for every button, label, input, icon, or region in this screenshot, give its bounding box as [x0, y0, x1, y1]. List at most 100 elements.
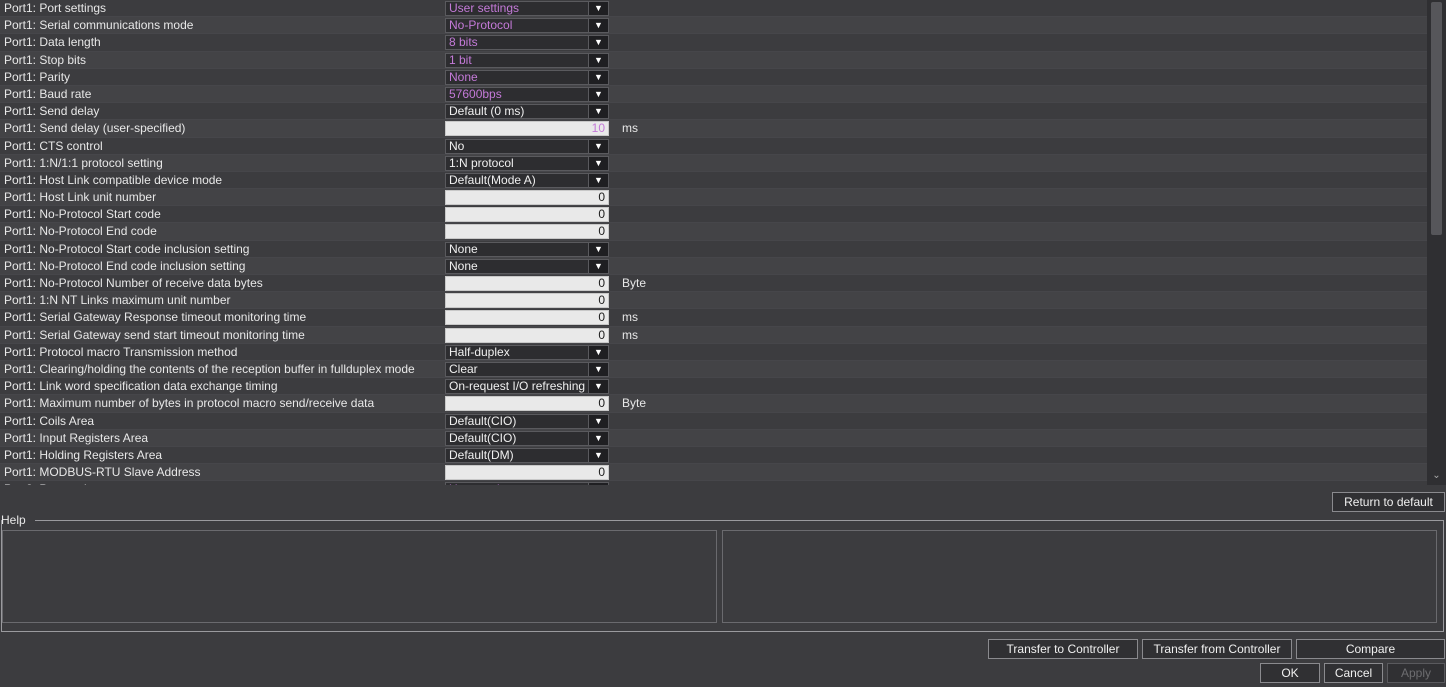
dropdown-arrow-icon[interactable]: ▼: [588, 362, 608, 376]
dropdown-arrow-icon[interactable]: ▼: [588, 53, 608, 67]
settings-row: Port1: Host Link compatible device mode D…: [0, 172, 1427, 190]
setting-dropdown[interactable]: User settings ▼: [445, 1, 609, 16]
setting-dropdown[interactable]: Default(DM) ▼: [445, 447, 609, 463]
scrollbar-thumb[interactable]: [1431, 2, 1442, 235]
setting-input[interactable]: 0: [445, 310, 609, 326]
settings-row: Port1: Baud rate 57600bps ▼: [0, 85, 1427, 104]
setting-dropdown[interactable]: Default(CIO) ▼: [445, 413, 609, 429]
setting-dropdown[interactable]: None ▼: [445, 258, 609, 274]
settings-row: Port1: Protocol macro Transmission metho…: [0, 344, 1427, 361]
vertical-scrollbar[interactable]: ⌄: [1427, 0, 1446, 485]
help-label: Help: [1, 513, 26, 527]
dropdown-arrow-icon[interactable]: ▼: [588, 19, 608, 33]
unit-label: ms: [622, 327, 638, 342]
dropdown-arrow-icon[interactable]: ▼: [588, 139, 608, 153]
setting-dropdown[interactable]: Default (0 ms) ▼: [445, 104, 609, 120]
settings-row: Port1: Holding Registers Area Default(DM)…: [0, 447, 1427, 465]
setting-dropdown[interactable]: 1:N protocol ▼: [445, 155, 609, 171]
scroll-down-icon[interactable]: ⌄: [1427, 469, 1446, 483]
settings-row: Port1: CTS control No ▼: [0, 138, 1427, 155]
setting-input[interactable]: 0: [445, 396, 609, 412]
setting-dropdown[interactable]: None ▼: [445, 69, 609, 85]
setting-dropdown[interactable]: Default(CIO) ▼: [445, 430, 609, 446]
setting-label: Port1: No-Protocol End code inclusion se…: [4, 258, 246, 273]
setting-input[interactable]: 0: [445, 190, 609, 206]
setting-input[interactable]: 0: [445, 276, 609, 291]
setting-input[interactable]: 0: [445, 327, 609, 343]
setting-value: 0: [598, 207, 605, 222]
dropdown-arrow-icon[interactable]: ▼: [588, 483, 608, 485]
dropdown-arrow-icon[interactable]: ▼: [588, 431, 608, 445]
setting-value: None: [449, 69, 478, 84]
setting-label: Port1: Host Link compatible device mode: [4, 172, 223, 187]
setting-dropdown[interactable]: No ▼: [445, 138, 609, 154]
setting-value: 0: [598, 276, 605, 290]
dropdown-arrow-icon[interactable]: ▼: [588, 87, 608, 101]
dropdown-arrow-icon[interactable]: ▼: [588, 448, 608, 462]
setting-dropdown[interactable]: On-request I/O refreshing ▼: [445, 379, 609, 395]
setting-label: Port1: 1:N NT Links maximum unit number: [4, 293, 231, 308]
setting-value: Default(DM): [449, 447, 514, 462]
dropdown-arrow-icon[interactable]: ▼: [588, 242, 608, 256]
setting-label: Port1: Stop bits: [4, 52, 87, 67]
setting-dropdown[interactable]: User settings ▼: [445, 482, 609, 485]
setting-input[interactable]: 10: [445, 121, 609, 137]
dropdown-arrow-icon[interactable]: ▼: [588, 345, 608, 359]
settings-row: Port2: Port settings User settings ▼: [0, 481, 1427, 485]
setting-label: Port1: No-Protocol Start code inclusion …: [4, 241, 250, 256]
apply-button[interactable]: Apply: [1387, 663, 1445, 683]
setting-label: Port1: CTS control: [4, 138, 103, 153]
setting-dropdown[interactable]: 1 bit ▼: [445, 52, 609, 68]
setting-value: User settings: [449, 483, 519, 485]
dropdown-arrow-icon[interactable]: ▼: [588, 2, 608, 15]
dropdown-arrow-icon[interactable]: ▼: [588, 414, 608, 428]
setting-label: Port1: Host Link unit number: [4, 190, 157, 205]
setting-value: 1 bit: [449, 52, 472, 67]
settings-row: Port1: Input Registers Area Default(CIO) ▼: [0, 429, 1427, 447]
settings-row: Port1: No-Protocol End code 0: [0, 223, 1427, 241]
setting-dropdown[interactable]: No-Protocol ▼: [445, 18, 609, 34]
settings-row: Port1: Clearing/holding the contents of …: [0, 360, 1427, 379]
setting-dropdown[interactable]: 57600bps ▼: [445, 86, 609, 102]
settings-row: Port1: Serial Gateway send start timeout…: [0, 326, 1427, 344]
setting-dropdown[interactable]: Clear ▼: [445, 361, 609, 377]
settings-row: Port1: Send delay Default (0 ms) ▼: [0, 103, 1427, 121]
help-pane-left: [2, 530, 717, 623]
setting-input[interactable]: 0: [445, 207, 609, 223]
transfer-to-controller-button[interactable]: Transfer to Controller: [988, 639, 1138, 659]
setting-dropdown[interactable]: 8 bits ▼: [445, 35, 609, 51]
setting-dropdown[interactable]: Half-duplex ▼: [445, 344, 609, 360]
setting-label: Port1: Serial Gateway send start timeout…: [4, 327, 305, 342]
return-to-default-button[interactable]: Return to default: [1332, 492, 1445, 512]
help-frame: [1443, 520, 1444, 632]
dropdown-arrow-icon[interactable]: ▼: [588, 70, 608, 84]
setting-label: Port1: Baud rate: [4, 86, 92, 101]
dropdown-arrow-icon[interactable]: ▼: [588, 259, 608, 273]
setting-label: Port1: Parity: [4, 69, 71, 84]
setting-value: 0: [598, 396, 605, 411]
dropdown-arrow-icon[interactable]: ▼: [588, 36, 608, 50]
ok-button[interactable]: OK: [1260, 663, 1320, 683]
setting-value: 8 bits: [449, 35, 478, 50]
unit-label: Byte: [622, 396, 647, 411]
setting-input[interactable]: 0: [445, 224, 609, 240]
setting-input[interactable]: 0: [445, 465, 609, 481]
setting-input[interactable]: 0: [445, 293, 609, 309]
setting-value: Default(CIO): [449, 413, 517, 428]
dropdown-arrow-icon[interactable]: ▼: [588, 156, 608, 170]
setting-dropdown[interactable]: None ▼: [445, 241, 609, 257]
setting-value: 10: [591, 121, 605, 136]
dropdown-arrow-icon[interactable]: ▼: [588, 380, 608, 394]
setting-value: No-Protocol: [449, 18, 513, 33]
setting-dropdown[interactable]: Default(Mode A) ▼: [445, 172, 609, 188]
compare-button[interactable]: Compare: [1296, 639, 1445, 659]
setting-value: 0: [598, 293, 605, 308]
dropdown-arrow-icon[interactable]: ▼: [588, 173, 608, 187]
cancel-button[interactable]: Cancel: [1324, 663, 1383, 683]
settings-row: Port1: Maximum number of bytes in protoc…: [0, 395, 1427, 413]
transfer-from-controller-button[interactable]: Transfer from Controller: [1142, 639, 1292, 659]
dropdown-arrow-icon[interactable]: ▼: [588, 105, 608, 119]
setting-value: No: [449, 138, 465, 153]
setting-value: Clear: [449, 361, 478, 376]
settings-row: Port1: No-Protocol Start code inclusion …: [0, 241, 1427, 258]
